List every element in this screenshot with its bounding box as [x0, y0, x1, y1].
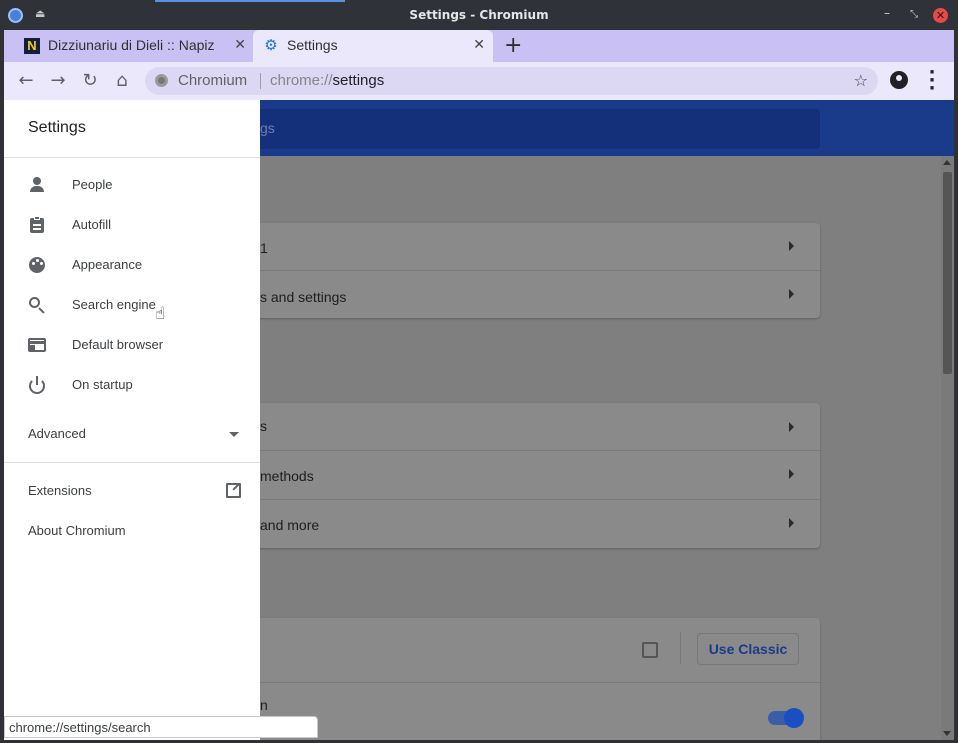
new-tab-icon[interactable]: + [504, 33, 522, 58]
scrollbar[interactable] [941, 156, 954, 740]
scroll-thumb[interactable] [943, 172, 952, 374]
row-text: n [260, 697, 268, 713]
nav-item-autofill[interactable]: Autofill [4, 205, 260, 245]
open-in-new-icon[interactable] [642, 642, 658, 658]
url-text[interactable]: chrome://settings [270, 72, 384, 89]
tab-label: Settings [287, 37, 338, 53]
url-path: settings [332, 72, 385, 89]
status-bubble: chrome://settings/search [4, 716, 318, 738]
chevron-right-icon [789, 241, 794, 251]
row-text: and more [260, 517, 320, 533]
nav-label: People [72, 177, 113, 192]
napiza-favicon-icon: N [24, 38, 40, 54]
drawer-divider [4, 462, 260, 463]
home-icon[interactable]: ⌂ [111, 70, 133, 91]
toggle-switch[interactable] [768, 708, 804, 728]
drawer-title: Settings [28, 119, 86, 136]
close-window-icon[interactable]: ✕ [933, 8, 948, 23]
tab-dizziunariu[interactable]: N Dizziunariu di Dieli :: Napiz ✕ [14, 30, 254, 62]
address-bar[interactable]: Chromium chrome://settings ☆ [145, 67, 878, 95]
tab-close-icon[interactable]: ✕ [473, 36, 485, 53]
chromium-site-icon[interactable] [155, 74, 168, 87]
tab-settings[interactable]: ⚙ Settings ✕ [253, 30, 493, 62]
toolbar: ← → ↻ ⌂ Chromium chrome://settings ☆ · · · [4, 62, 954, 100]
settings-content: gs 1 s and settings s methods and more U… [4, 100, 954, 740]
bookmark-star-icon[interactable]: ☆ [854, 71, 868, 90]
scroll-down-icon[interactable] [943, 731, 951, 736]
search-icon [28, 296, 46, 314]
hand-cursor-icon: ☝ [155, 304, 166, 324]
chevron-right-icon [789, 422, 794, 432]
forward-arrow-icon[interactable]: → [47, 70, 69, 91]
open-in-new-icon[interactable] [226, 483, 241, 498]
browser-icon [28, 336, 46, 354]
nav-label: Autofill [72, 217, 112, 232]
scroll-up-icon[interactable] [943, 160, 951, 165]
tab-close-icon[interactable]: ✕ [234, 36, 246, 53]
omnibox-separator [260, 73, 261, 89]
clipboard-icon [28, 216, 46, 234]
extensions-link[interactable]: Extensions [28, 483, 92, 498]
row-text: s and settings [260, 289, 347, 305]
title-accent-line [155, 0, 345, 2]
tab-strip: N Dizziunariu di Dieli :: Napiz ✕ ⚙ Sett… [4, 30, 954, 62]
drawer-divider [4, 157, 260, 158]
nav-item-on-startup[interactable]: On startup [4, 365, 260, 405]
menu-dots-icon[interactable]: · · · [924, 64, 940, 98]
settings-drawer: Settings People Autofill Appearance Sear… [4, 100, 260, 740]
chevron-right-icon [789, 518, 794, 528]
row-text: methods [260, 468, 314, 484]
nav-label: On startup [72, 377, 133, 392]
palette-icon [28, 256, 46, 274]
browser-window: ⏏ Settings - Chromium – ⤡ ✕ N Dizziunari… [0, 0, 958, 743]
title-bar: ⏏ Settings - Chromium – ⤡ ✕ [0, 0, 958, 30]
nav-item-appearance[interactable]: Appearance [4, 245, 260, 285]
reload-icon[interactable]: ↻ [79, 70, 101, 91]
chevron-right-icon [789, 289, 794, 299]
nav-label: Search engine [72, 297, 156, 312]
vertical-separator [680, 632, 681, 664]
site-name: Chromium [178, 72, 248, 89]
nav-label: Appearance [72, 257, 143, 272]
use-classic-button[interactable]: Use Classic [697, 633, 799, 665]
nav-item-search-engine[interactable]: Search engine [4, 285, 260, 325]
chevron-down-icon[interactable] [229, 432, 239, 437]
nav-label: Default browser [72, 337, 164, 352]
advanced-toggle[interactable]: Advanced [28, 426, 86, 441]
window-title: Settings - Chromium [409, 8, 549, 22]
row-text: 1 [260, 240, 268, 256]
person-icon [28, 176, 46, 194]
about-chromium-link[interactable]: About Chromium [28, 523, 126, 538]
url-scheme: chrome:// [270, 72, 333, 89]
power-icon [28, 376, 46, 394]
tab-label: Dizziunariu di Dieli :: Napiz [48, 37, 215, 53]
nav-item-people[interactable]: People [4, 165, 260, 205]
nav-item-default-browser[interactable]: Default browser [4, 325, 260, 365]
minimize-icon[interactable]: – [884, 6, 890, 20]
gear-icon: ⚙ [264, 37, 278, 54]
search-placeholder: gs [260, 120, 275, 136]
row-text: s [260, 418, 267, 434]
profile-avatar-icon[interactable] [890, 71, 908, 89]
chevron-right-icon [789, 469, 794, 479]
restore-icon[interactable]: ⤡ [910, 9, 918, 20]
back-arrow-icon[interactable]: ← [15, 70, 37, 91]
